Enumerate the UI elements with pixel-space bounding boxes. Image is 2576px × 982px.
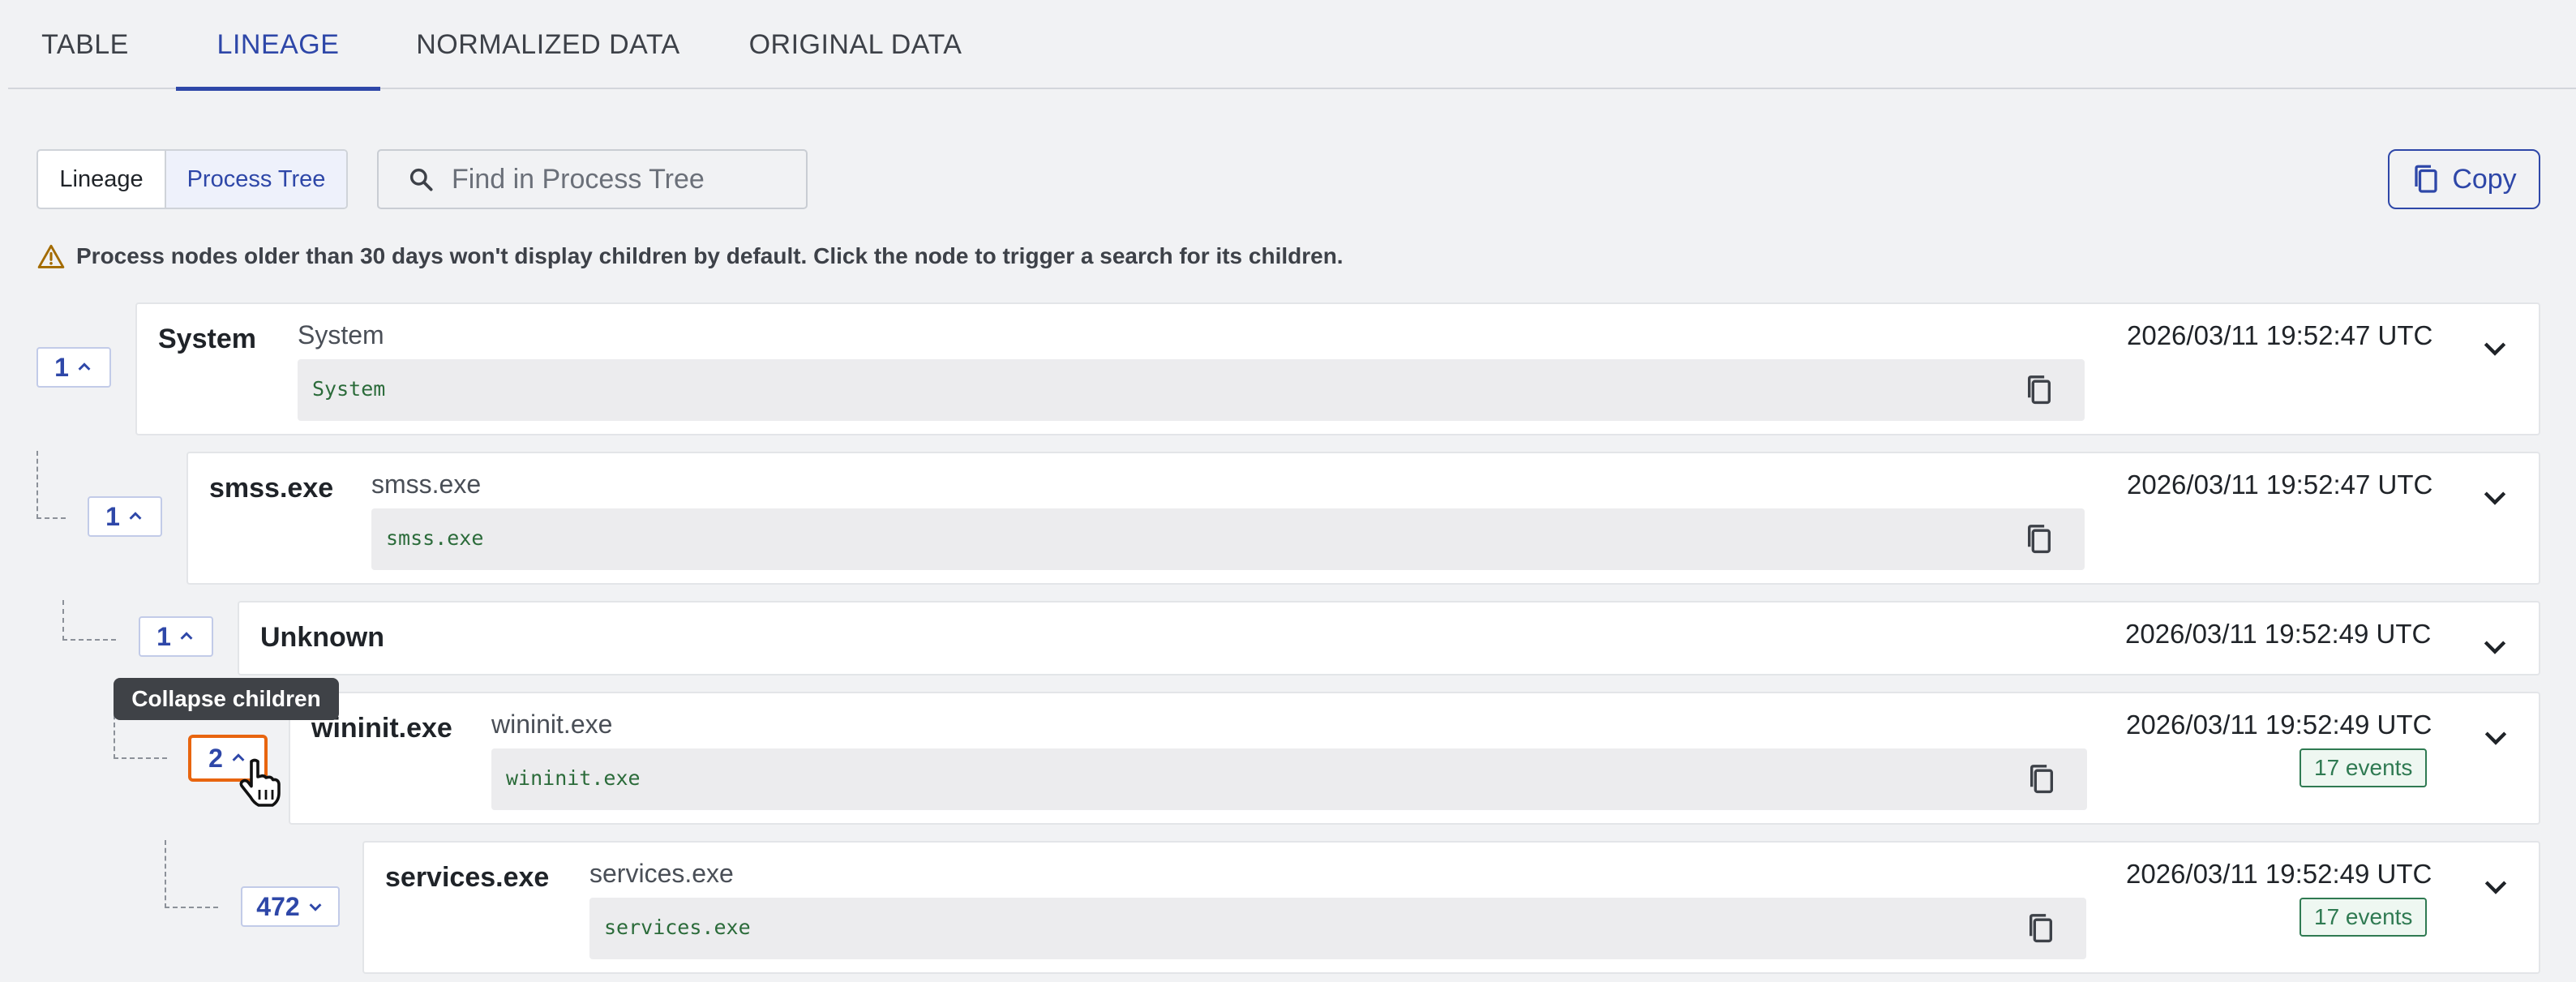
process-timestamp: 2026/03/11 19:52:47 UTC: [2127, 470, 2433, 500]
expand-collapse-toggle[interactable]: 472: [241, 886, 340, 927]
view-toggle: Lineage Process Tree: [36, 149, 348, 209]
process-subname: System: [298, 320, 384, 349]
process-tree-view-button[interactable]: Process Tree: [166, 151, 346, 208]
expand-collapse-toggle[interactable]: 1: [139, 616, 213, 657]
expand-collapse-toggle[interactable]: 1: [36, 347, 111, 388]
warning-banner: Process nodes older than 30 days won't d…: [37, 240, 1344, 272]
chevron-down-icon[interactable]: [2479, 332, 2511, 364]
process-path: System: [312, 377, 386, 401]
process-timestamp: 2026/03/11 19:52:47 UTC: [2127, 320, 2433, 350]
copy-icon[interactable]: [2023, 374, 2055, 406]
process-name: services.exe: [385, 862, 550, 893]
child-count: 1: [54, 352, 69, 382]
process-path: services.exe: [604, 916, 751, 939]
tab-original-data[interactable]: ORIGINAL DATA: [722, 0, 989, 89]
process-node-services[interactable]: services.exe services.exe services.exe 2…: [362, 841, 2540, 974]
copy-icon[interactable]: [2023, 523, 2055, 555]
process-path: wininit.exe: [506, 766, 641, 790]
child-count: 1: [105, 501, 120, 531]
tree-connector: [62, 600, 116, 641]
process-path: smss.exe: [386, 526, 484, 550]
tree-connector: [36, 451, 66, 519]
process-node-smss[interactable]: smss.exe smss.exe smss.exe 2026/03/11 19…: [186, 452, 2540, 585]
copy-icon[interactable]: [2025, 912, 2057, 945]
process-subname: smss.exe: [371, 470, 482, 499]
process-node-wininit[interactable]: wininit.exe wininit.exe wininit.exe 2026…: [289, 692, 2540, 825]
events-badge[interactable]: 17 events: [2300, 748, 2428, 787]
process-timestamp: 2026/03/11 19:52:49 UTC: [2126, 859, 2432, 889]
chevron-up-icon: [129, 512, 142, 520]
process-node-unknown[interactable]: Unknown 2026/03/11 19:52:49 UTC: [238, 601, 2540, 675]
process-path-box: wininit.exe: [491, 748, 2087, 810]
tab-normalized-data[interactable]: NORMALIZED DATA: [409, 0, 688, 89]
chevron-up-icon: [78, 362, 91, 371]
process-name: smss.exe: [209, 473, 334, 504]
tab-lineage[interactable]: LINEAGE: [176, 0, 380, 91]
child-count: 2: [208, 743, 223, 773]
chevron-down-icon[interactable]: [2480, 870, 2512, 903]
process-name: System: [158, 324, 256, 354]
chevron-up-icon: [180, 632, 193, 640]
copy-icon[interactable]: [2025, 763, 2058, 795]
process-path-box: System: [298, 359, 2085, 421]
hand-cursor-icon: [239, 758, 281, 807]
warning-icon: [37, 244, 65, 268]
expand-collapse-toggle[interactable]: 1: [88, 496, 162, 537]
tab-table[interactable]: TABLE: [28, 0, 142, 89]
copy-button[interactable]: Copy: [2388, 149, 2540, 209]
events-badge[interactable]: 17 events: [2300, 898, 2428, 937]
chevron-down-icon: [309, 903, 322, 911]
process-tree-search: [377, 149, 808, 209]
search-icon: [409, 168, 433, 191]
process-subname: services.exe: [589, 859, 734, 888]
tab-bar: TABLE LINEAGE NORMALIZED DATA ORIGINAL D…: [8, 0, 2576, 91]
copy-button-label: Copy: [2452, 163, 2517, 195]
child-count: 472: [256, 891, 300, 921]
tooltip: Collapse children: [114, 678, 339, 720]
warning-text: Process nodes older than 30 days won't d…: [76, 243, 1344, 268]
search-input[interactable]: [452, 163, 792, 195]
process-path-box: smss.exe: [371, 508, 2085, 570]
lineage-view-button[interactable]: Lineage: [38, 151, 166, 208]
chevron-down-icon[interactable]: [2479, 630, 2511, 663]
copy-icon: [2415, 165, 2437, 193]
process-timestamp: 2026/03/11 19:52:49 UTC: [2125, 619, 2432, 649]
process-path-box: services.exe: [589, 898, 2086, 959]
process-subname: wininit.exe: [491, 710, 613, 739]
tree-connector: [165, 840, 218, 908]
process-name: Unknown: [260, 622, 384, 653]
process-timestamp: 2026/03/11 19:52:49 UTC: [2126, 710, 2432, 740]
child-count: 1: [156, 621, 171, 651]
chevron-down-icon[interactable]: [2479, 481, 2511, 513]
process-node-system[interactable]: System System System 2026/03/11 19:52:47…: [135, 302, 2540, 435]
chevron-down-icon[interactable]: [2480, 721, 2512, 753]
